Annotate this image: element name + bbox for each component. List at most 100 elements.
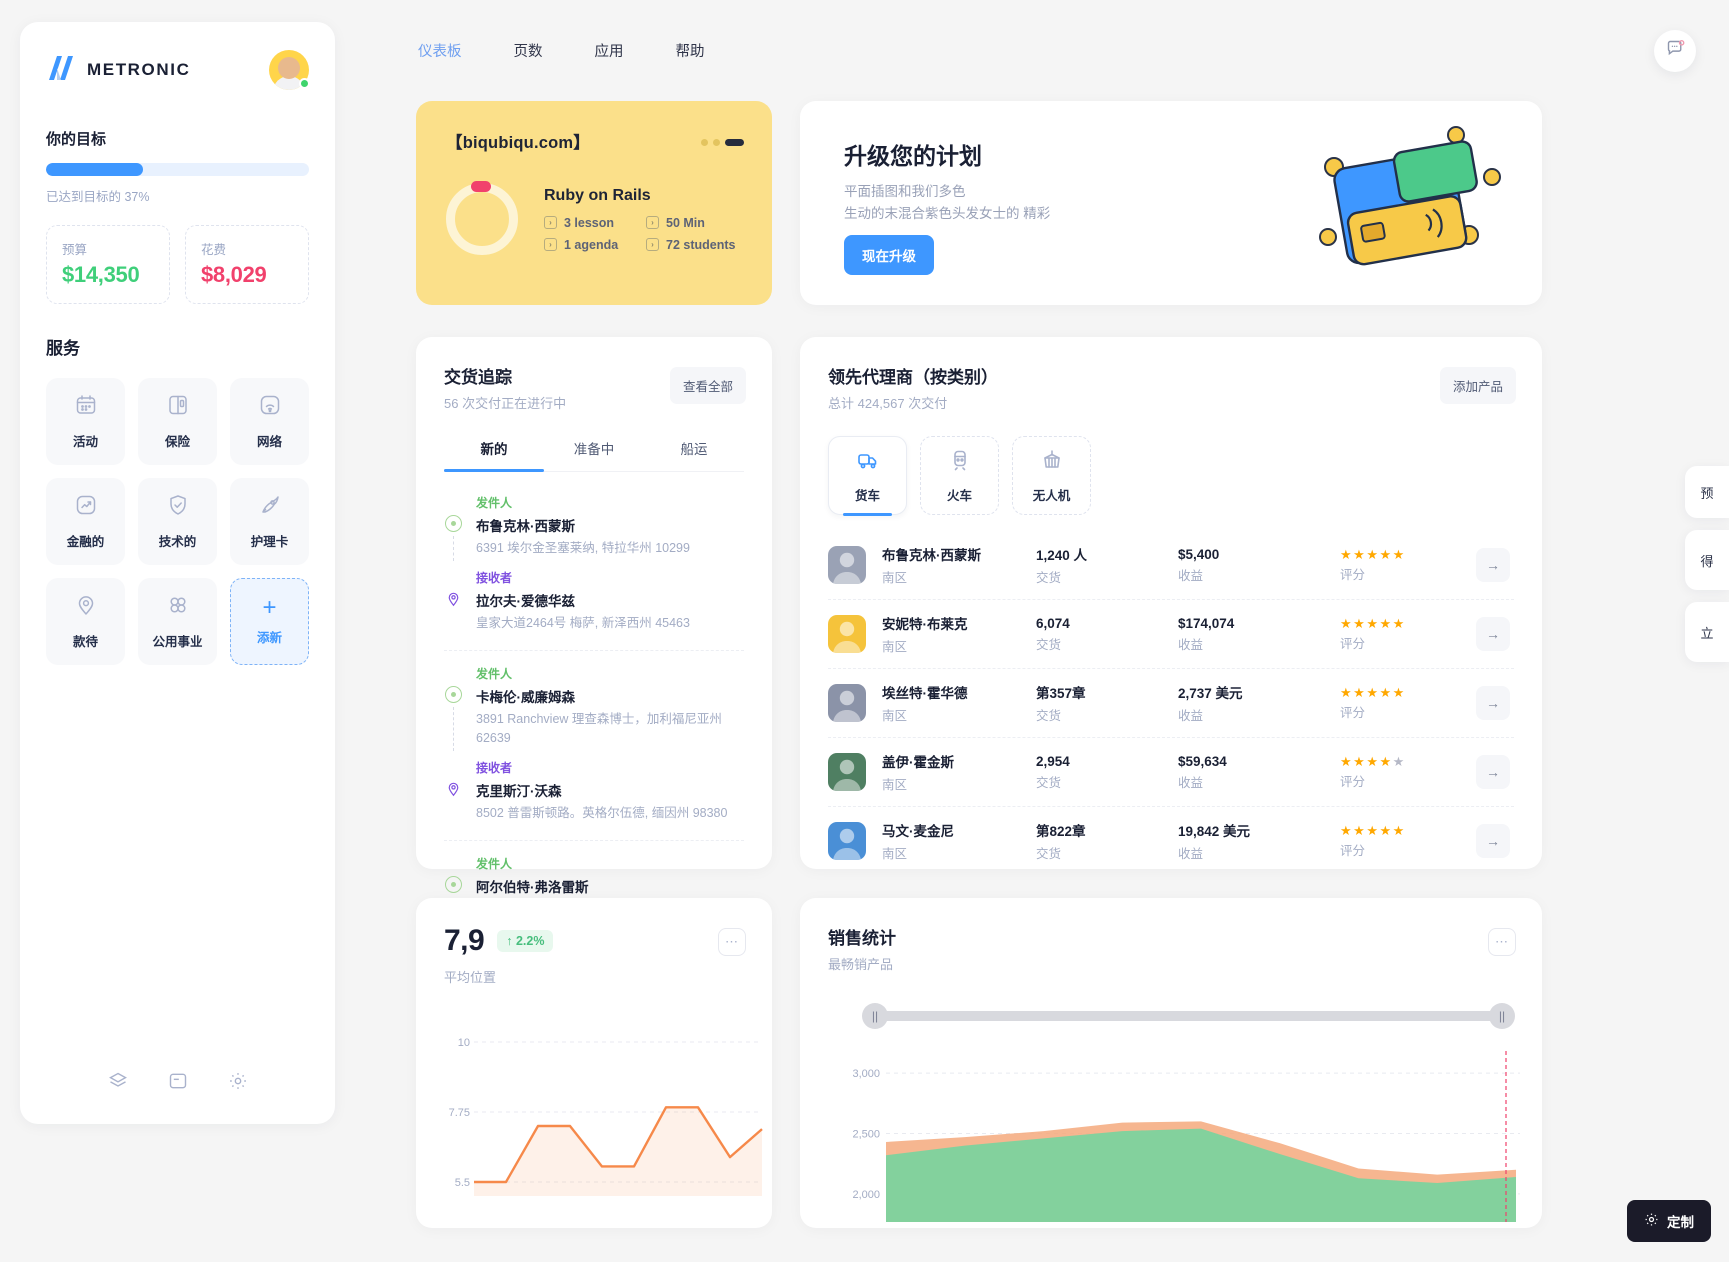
- agent-rating-label: 评分: [1340, 705, 1366, 720]
- nav-item-1[interactable]: 仪表板: [410, 36, 470, 65]
- nav-item-4[interactable]: 帮助: [668, 36, 713, 65]
- agent-avatar: [828, 615, 866, 653]
- service-cell-6[interactable]: 护理卡: [230, 478, 309, 565]
- transport-mode-3[interactable]: 无人机: [1012, 436, 1091, 515]
- position-more-button[interactable]: ⋯: [718, 928, 746, 956]
- service-cell-2[interactable]: 保险: [138, 378, 217, 465]
- shield-check-icon: [166, 493, 190, 522]
- timeline-marker: [444, 569, 463, 636]
- sales-more-button[interactable]: ⋯: [1488, 928, 1516, 956]
- service-cell-7[interactable]: 款待: [46, 578, 125, 665]
- course-meta-label: 3 lesson: [564, 215, 615, 230]
- average-position-card: 7,9 ↑ 2.2% 平均位置 ⋯ 10 7.75 5.5: [416, 898, 772, 1228]
- nav-item-3[interactable]: 应用: [587, 36, 632, 65]
- service-cell-3[interactable]: 网络: [230, 378, 309, 465]
- star-icon: ★: [1379, 546, 1392, 562]
- agent-rating-label: 评分: [1340, 843, 1366, 858]
- agent-revenue-cell: 2,737 美元 收益: [1178, 682, 1326, 724]
- agent-row[interactable]: 马文·麦金尼 南区 第822章 交货 19,842 美元 收益 ★ ★ ★ ★ ★ 评分 →: [828, 807, 1514, 875]
- agent-stars: ★ ★ ★ ★ ★: [1340, 548, 1462, 561]
- star-icon: ★: [1353, 615, 1365, 631]
- transport-mode-2[interactable]: 火车: [920, 436, 999, 515]
- agent-region: 南区: [882, 778, 908, 792]
- delivery-group: 发件人 卡梅伦·威廉姆森 3891 Ranchview 理查森博士，加利福尼亚州 6…: [444, 665, 744, 841]
- agents-table: 布鲁克林·西蒙斯 南区 1,240 人交货 $5,400 收益 ★ ★ ★ ★ ★ 评分 → 安妮特·布…: [828, 531, 1514, 875]
- receiver-address: 皇家大道2464号 梅萨, 新泽西州 45463: [476, 616, 690, 630]
- agent-detail-button[interactable]: →: [1476, 617, 1510, 651]
- star-icon: ★: [1366, 753, 1378, 769]
- agent-detail-button[interactable]: →: [1476, 548, 1510, 582]
- position-header: 7,9 ↑ 2.2%: [444, 924, 744, 958]
- course-body: Ruby on Rails › 3 lesson › 50 Min › 1 agenda ›…: [446, 181, 742, 255]
- agent-detail-button[interactable]: →: [1476, 755, 1510, 789]
- carousel-dot[interactable]: [701, 139, 708, 146]
- agent-delivery-label: 交货: [1036, 709, 1062, 723]
- right-rail-item-3[interactable]: 立: [1685, 602, 1729, 662]
- star-icon: ★: [1353, 546, 1365, 562]
- agent-row[interactable]: 埃丝特·霍华德 南区 第357章 交货 2,737 美元 收益 ★ ★ ★ ★ ★ 评分 →: [828, 669, 1514, 738]
- position-value: 7,9: [444, 924, 485, 957]
- agent-delivery-value: 2,954: [1036, 753, 1070, 769]
- delivery-tab-2[interactable]: 准备中: [544, 438, 644, 471]
- star-icon: ★: [1366, 615, 1378, 631]
- agent-delivery-cell: 第822章 交货: [1036, 820, 1164, 862]
- agent-rating-cell: ★ ★ ★ ★ ★ 评分: [1340, 617, 1462, 652]
- upgrade-now-button[interactable]: 现在升级: [844, 235, 934, 275]
- agent-revenue-value: $59,634: [1178, 753, 1227, 769]
- layers-icon[interactable]: [108, 1071, 128, 1096]
- position-change-badge: ↑ 2.2%: [497, 930, 554, 952]
- slider-handle-left[interactable]: ||: [862, 1003, 888, 1029]
- course-card: 【biqubiqu.com】 Ruby on Rails › 3 lesson › 5…: [416, 101, 772, 305]
- timeline-marker: [444, 855, 463, 899]
- goal-progress-label: 已达到目标的 37%: [46, 190, 150, 204]
- agent-revenue-cell: $174,074 收益: [1178, 616, 1326, 653]
- agent-revenue-cell: 19,842 美元 收益: [1178, 820, 1326, 862]
- delivery-receiver-row: 接收者 克里斯汀·沃森 8502 普雷斯顿路。英格尔伍德, 缅因州 98380: [444, 759, 744, 826]
- carousel-dot-active[interactable]: [725, 139, 744, 146]
- star-icon: ★: [1353, 753, 1365, 769]
- sidebar: METRONIC 你的目标 已达到目标的 37% 预算 $14,350 花费 $…: [20, 22, 335, 1124]
- right-rail-item-1[interactable]: 预: [1685, 466, 1729, 518]
- chat-button[interactable]: [1654, 30, 1696, 72]
- note-icon[interactable]: [168, 1071, 188, 1096]
- gear-icon[interactable]: [228, 1071, 248, 1096]
- service-cell-5[interactable]: 技术的: [138, 478, 217, 565]
- transport-mode-1[interactable]: 货车: [828, 436, 907, 516]
- slider-handle-right[interactable]: ||: [1489, 1003, 1515, 1029]
- service-cell-8[interactable]: 公用事业: [138, 578, 217, 665]
- sales-range-slider[interactable]: || ||: [862, 1003, 1515, 1029]
- agent-avatar: [828, 822, 866, 860]
- add-product-button[interactable]: 添加产品: [1439, 367, 1516, 404]
- customize-button[interactable]: 定制: [1627, 1200, 1711, 1242]
- agents-subtitle: 总计 424,567 次交付: [828, 396, 948, 411]
- service-cell-9[interactable]: + 添新: [230, 578, 309, 665]
- receiver-name: 克里斯汀·沃森: [476, 784, 562, 799]
- star-icon: ★: [1379, 684, 1392, 700]
- carousel-dot[interactable]: [713, 139, 720, 146]
- brand[interactable]: METRONIC: [46, 54, 190, 87]
- nav-item-2[interactable]: 页数: [506, 36, 551, 65]
- agent-revenue-label: 收益: [1178, 847, 1204, 861]
- agent-detail-button[interactable]: →: [1476, 686, 1510, 720]
- agent-row[interactable]: 盖伊·霍金斯 南区 2,954 交货 $59,634 收益 ★ ★ ★ ★ ★ 评分 →: [828, 738, 1514, 807]
- delivery-tab-3[interactable]: 船运: [644, 438, 744, 471]
- sidebar-footer: [20, 1071, 335, 1096]
- customize-label: 定制: [1667, 1215, 1694, 1230]
- service-cell-4[interactable]: 金融的: [46, 478, 125, 565]
- dashboard-page: METRONIC 你的目标 已达到目标的 37% 预算 $14,350 花费 $…: [0, 0, 1729, 1262]
- star-icon: ★: [1392, 615, 1405, 631]
- user-avatar[interactable]: [269, 50, 310, 90]
- agent-detail-button[interactable]: →: [1476, 824, 1510, 858]
- agent-revenue-value: 19,842 美元: [1178, 824, 1251, 839]
- star-icon: ★: [1353, 684, 1365, 700]
- agent-row[interactable]: 布鲁克林·西蒙斯 南区 1,240 人交货 $5,400 收益 ★ ★ ★ ★ ★ 评分 →: [828, 531, 1514, 600]
- course-carousel-dots[interactable]: [701, 139, 744, 146]
- agent-row[interactable]: 安妮特·布莱克 南区 6,074 交货 $174,074 收益 ★ ★ ★ ★ ★ 评分 →: [828, 600, 1514, 669]
- delivery-tab-1[interactable]: 新的: [444, 438, 544, 472]
- position-chart-svg: 10 7.75 5.5: [449, 1037, 763, 1196]
- timeline-connector: [453, 707, 454, 751]
- view-all-button[interactable]: 查看全部: [669, 367, 746, 404]
- right-rail-item-2[interactable]: 得: [1685, 530, 1729, 590]
- star-icon: ★: [1392, 753, 1405, 769]
- service-cell-1[interactable]: 活动: [46, 378, 125, 465]
